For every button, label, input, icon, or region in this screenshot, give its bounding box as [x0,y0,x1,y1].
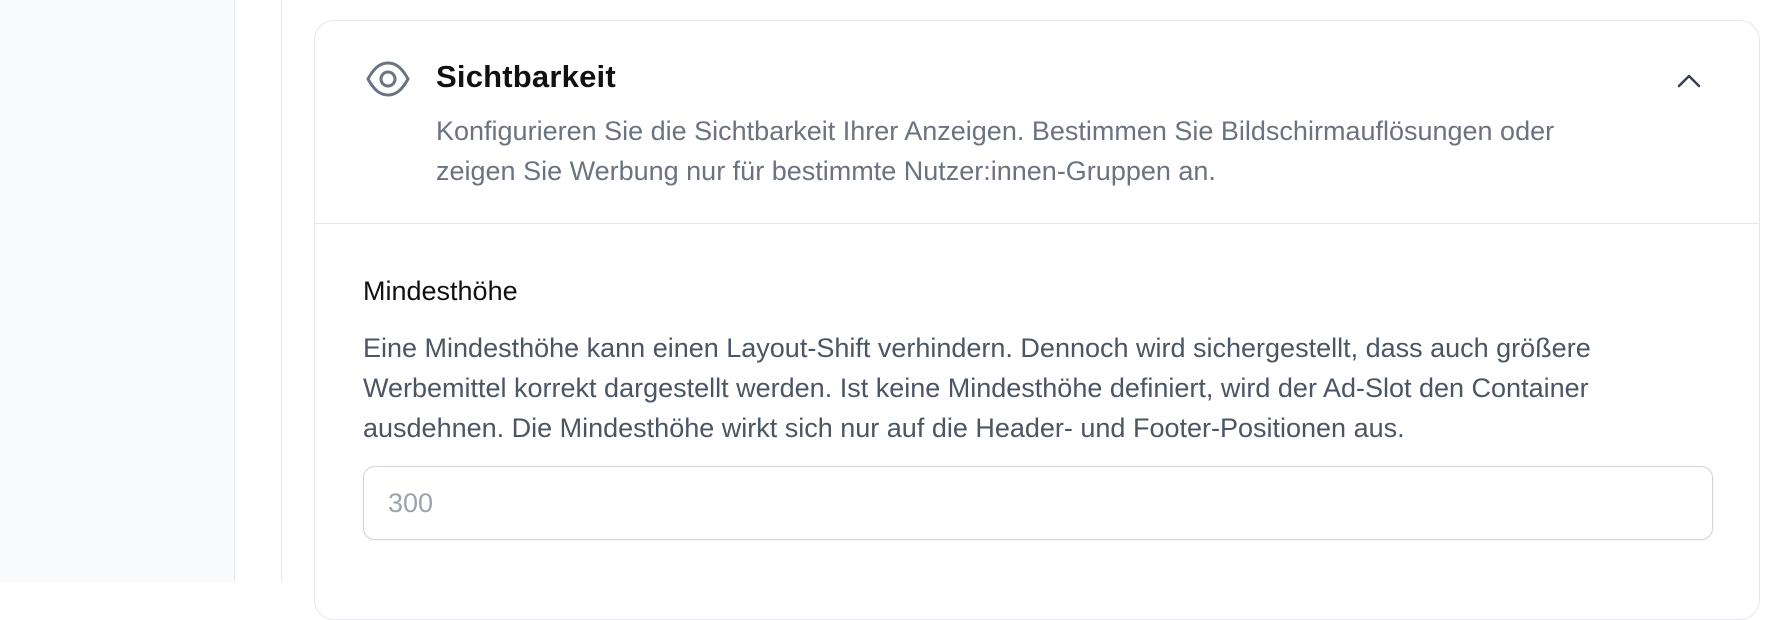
min-height-input[interactable] [363,466,1713,540]
content-divider [281,0,282,582]
eye-icon [365,59,411,99]
collapse-button[interactable] [1671,63,1707,99]
chevron-up-icon [1677,74,1701,88]
visibility-card-header[interactable]: Sichtbarkeit Konfigurieren Sie die Sicht… [315,21,1759,224]
sidebar [0,0,235,582]
min-height-label: Mindesthöhe [363,276,518,306]
visibility-settings-card: Sichtbarkeit Konfigurieren Sie die Sicht… [314,20,1760,620]
min-height-help-text: Eine Mindesthöhe kann einen Layout-Shift… [363,333,1591,443]
section-title: Sichtbarkeit [436,59,616,94]
section-description: Konfigurieren Sie die Sichtbarkeit Ihrer… [436,116,1555,186]
